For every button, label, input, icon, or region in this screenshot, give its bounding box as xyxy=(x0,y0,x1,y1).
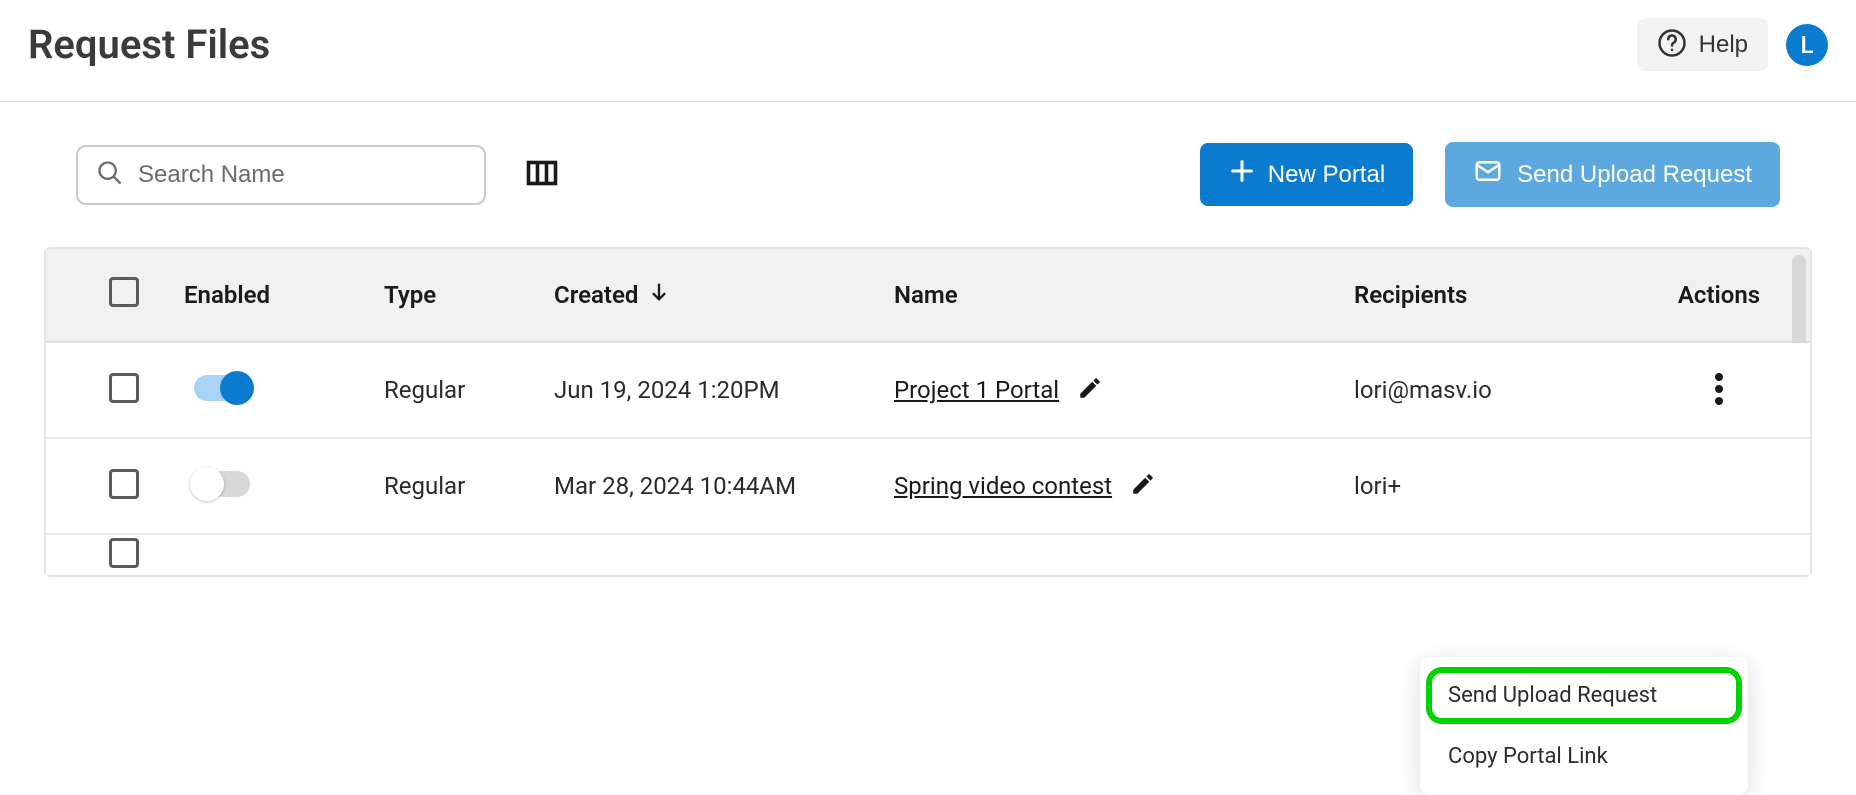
col-created[interactable]: Created xyxy=(554,281,894,309)
send-upload-request-label: Send Upload Request xyxy=(1517,161,1752,189)
menu-send-upload-request[interactable]: Send Upload Request xyxy=(1420,665,1748,726)
col-recipients[interactable]: Recipients xyxy=(1354,281,1644,309)
enabled-toggle[interactable] xyxy=(194,471,250,497)
avatar-initial: L xyxy=(1801,31,1814,59)
search-icon xyxy=(96,159,124,191)
table-row: Regular Mar 28, 2024 10:44AM Spring vide… xyxy=(46,439,1810,535)
row-created: Mar 28, 2024 10:44AM xyxy=(554,472,894,500)
enabled-toggle[interactable] xyxy=(194,375,250,401)
columns-button[interactable] xyxy=(518,149,566,200)
table-row: Regular Jun 19, 2024 1:20PM Project 1 Po… xyxy=(46,343,1810,439)
menu-item-label: Send Upload Request xyxy=(1448,683,1657,708)
send-upload-request-button[interactable]: Send Upload Request xyxy=(1445,142,1780,207)
row-created: Jun 19, 2024 1:20PM xyxy=(554,376,894,404)
columns-icon xyxy=(524,179,560,194)
edit-icon[interactable] xyxy=(1077,375,1103,405)
row-checkbox[interactable] xyxy=(109,373,139,403)
row-checkbox[interactable] xyxy=(109,469,139,499)
select-all-checkbox[interactable] xyxy=(109,277,139,307)
plus-icon xyxy=(1228,157,1256,192)
col-actions: Actions xyxy=(1678,281,1760,309)
avatar[interactable]: L xyxy=(1786,24,1828,66)
search-wrapper[interactable] xyxy=(76,145,486,205)
row-checkbox[interactable] xyxy=(109,538,139,568)
page-title: Request Files xyxy=(28,21,270,68)
row-type: Regular xyxy=(384,376,554,404)
portal-name-link[interactable]: Spring video contest xyxy=(894,472,1112,500)
table-header: Enabled Type Created Name Recipients Act… xyxy=(46,249,1810,343)
portal-name-link[interactable]: Project 1 Portal xyxy=(894,376,1059,404)
edit-icon[interactable] xyxy=(1130,471,1156,501)
menu-copy-portal-link[interactable]: Copy Portal Link xyxy=(1420,726,1748,787)
sort-down-icon xyxy=(648,281,670,309)
row-type: Regular xyxy=(384,472,554,500)
row-actions-menu: Send Upload Request Copy Portal Link xyxy=(1420,657,1748,795)
row-recipients: lori+ xyxy=(1354,472,1644,500)
col-created-label: Created xyxy=(554,281,638,309)
row-recipients: lori@masv.io xyxy=(1354,376,1644,404)
mail-icon xyxy=(1473,156,1503,193)
col-enabled[interactable]: Enabled xyxy=(184,281,384,309)
portals-table: Enabled Type Created Name Recipients Act… xyxy=(44,247,1812,577)
new-portal-label: New Portal xyxy=(1268,161,1385,189)
help-label: Help xyxy=(1699,31,1748,59)
search-input[interactable] xyxy=(138,161,466,189)
row-actions-button[interactable] xyxy=(1705,363,1733,418)
col-name[interactable]: Name xyxy=(894,281,1354,309)
help-icon xyxy=(1657,28,1687,61)
col-type[interactable]: Type xyxy=(384,281,554,309)
more-vert-icon xyxy=(1715,393,1723,408)
table-row xyxy=(46,535,1810,575)
help-button[interactable]: Help xyxy=(1637,18,1768,71)
menu-item-label: Copy Portal Link xyxy=(1448,744,1608,769)
new-portal-button[interactable]: New Portal xyxy=(1200,143,1413,206)
